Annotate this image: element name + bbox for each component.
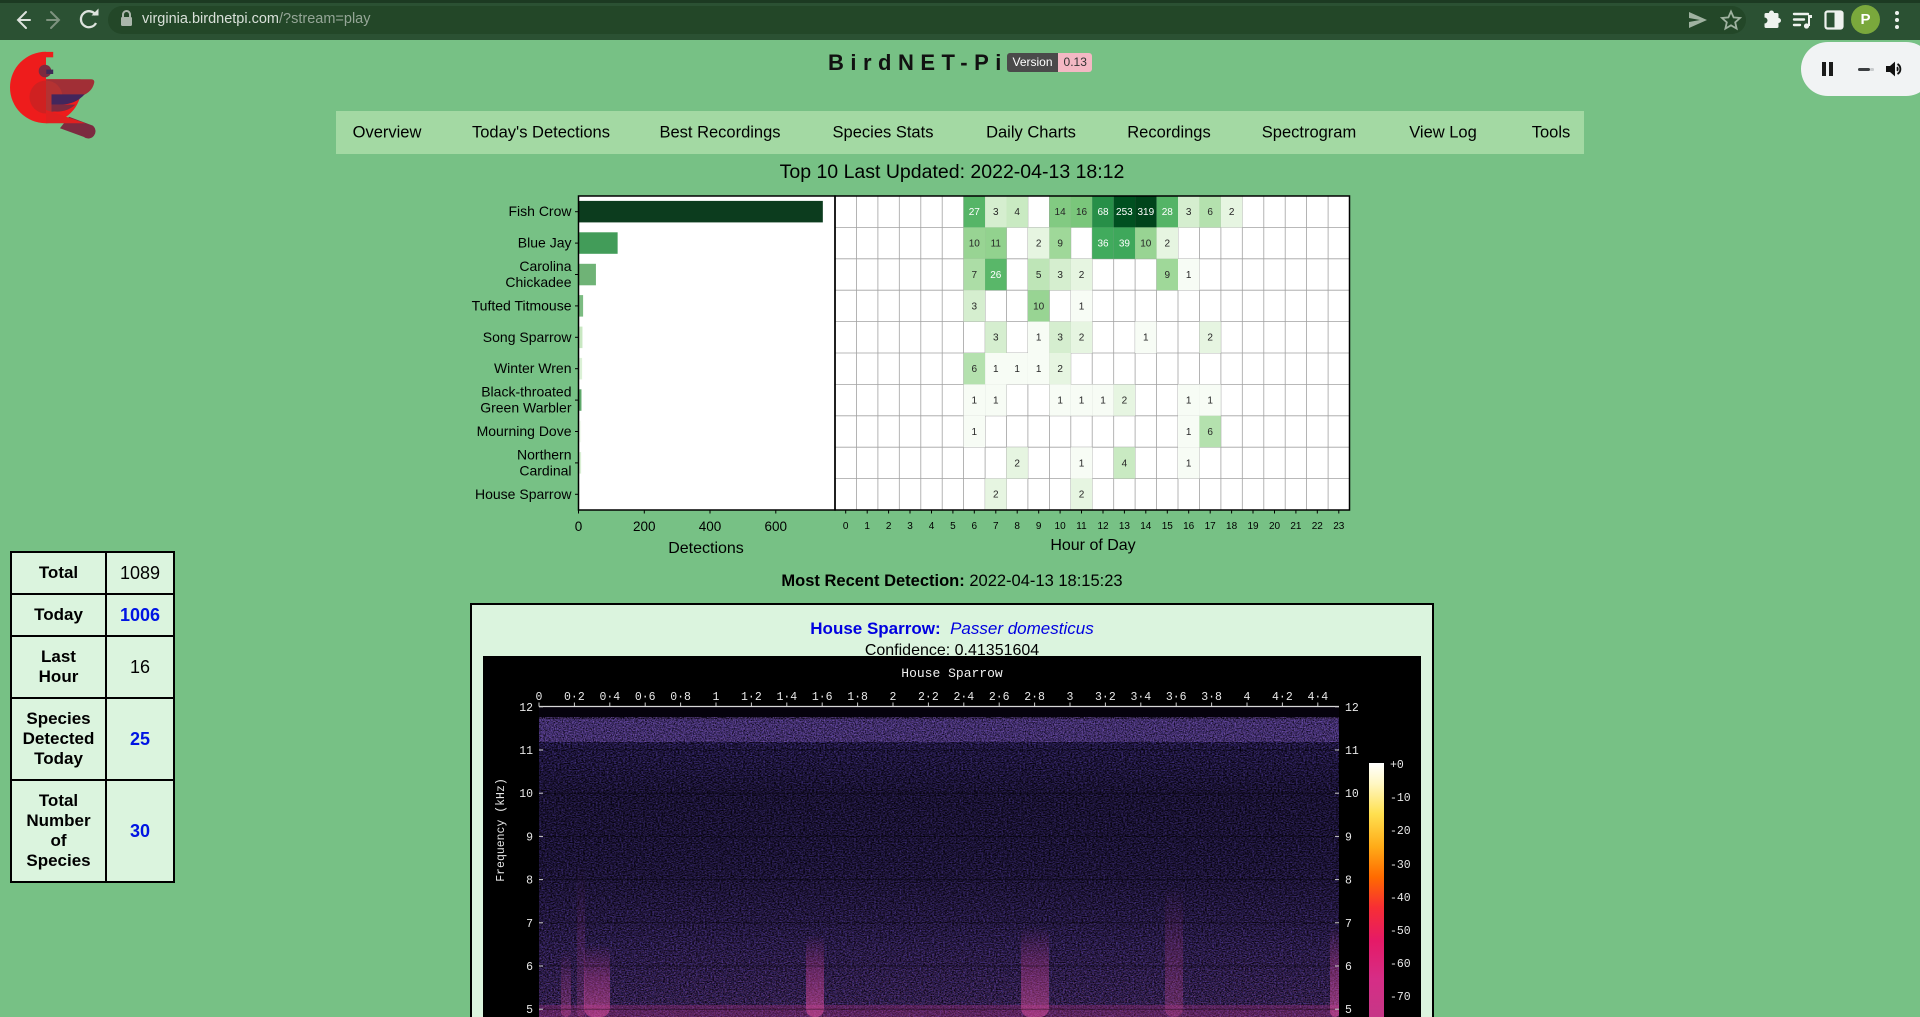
svg-text:7: 7 — [526, 918, 533, 931]
svg-text:1: 1 — [713, 691, 720, 704]
svg-text:-60: -60 — [1390, 958, 1411, 971]
svg-text:House Sparrow: House Sparrow — [901, 666, 1003, 681]
svg-text:11: 11 — [1345, 745, 1359, 758]
svg-text:-10: -10 — [1390, 792, 1411, 805]
svg-text:-50: -50 — [1390, 925, 1411, 938]
svg-text:5: 5 — [1345, 1004, 1352, 1017]
svg-text:2·6: 2·6 — [989, 691, 1010, 704]
svg-text:2·2: 2·2 — [918, 691, 939, 704]
svg-text:12: 12 — [519, 702, 533, 715]
svg-text:2·8: 2·8 — [1024, 691, 1045, 704]
svg-text:0: 0 — [536, 691, 543, 704]
svg-text:+0: +0 — [1390, 759, 1404, 772]
svg-text:0·8: 0·8 — [670, 691, 691, 704]
svg-text:0·6: 0·6 — [635, 691, 656, 704]
svg-text:1·6: 1·6 — [812, 691, 833, 704]
svg-text:3·6: 3·6 — [1166, 691, 1187, 704]
svg-text:1·8: 1·8 — [847, 691, 868, 704]
svg-text:8: 8 — [526, 875, 533, 888]
svg-text:3·8: 3·8 — [1201, 691, 1222, 704]
svg-text:1·2: 1·2 — [741, 691, 762, 704]
svg-text:8: 8 — [1345, 875, 1352, 888]
svg-text:2: 2 — [890, 691, 897, 704]
svg-text:9: 9 — [526, 831, 533, 844]
svg-text:6: 6 — [1345, 961, 1352, 974]
svg-text:-40: -40 — [1390, 892, 1411, 905]
svg-text:10: 10 — [519, 788, 533, 801]
svg-text:5: 5 — [526, 1004, 533, 1017]
svg-text:3·4: 3·4 — [1130, 691, 1151, 704]
svg-text:4·4: 4·4 — [1307, 691, 1328, 704]
svg-text:-30: -30 — [1390, 859, 1411, 872]
svg-text:3: 3 — [1067, 691, 1074, 704]
svg-text:4·2: 4·2 — [1272, 691, 1293, 704]
svg-text:2·4: 2·4 — [953, 691, 974, 704]
svg-text:7: 7 — [1345, 918, 1352, 931]
svg-text:3·2: 3·2 — [1095, 691, 1116, 704]
svg-text:11: 11 — [519, 745, 533, 758]
svg-text:1·4: 1·4 — [776, 691, 797, 704]
svg-text:6: 6 — [526, 961, 533, 974]
svg-text:-70: -70 — [1390, 991, 1411, 1004]
svg-text:9: 9 — [1345, 831, 1352, 844]
svg-text:4: 4 — [1244, 691, 1251, 704]
svg-text:0·2: 0·2 — [564, 691, 585, 704]
svg-text:Frequency (kHz): Frequency (kHz) — [495, 778, 508, 882]
svg-text:0·4: 0·4 — [599, 691, 620, 704]
svg-text:12: 12 — [1345, 702, 1359, 715]
svg-text:10: 10 — [1345, 788, 1359, 801]
svg-text:-20: -20 — [1390, 825, 1411, 838]
